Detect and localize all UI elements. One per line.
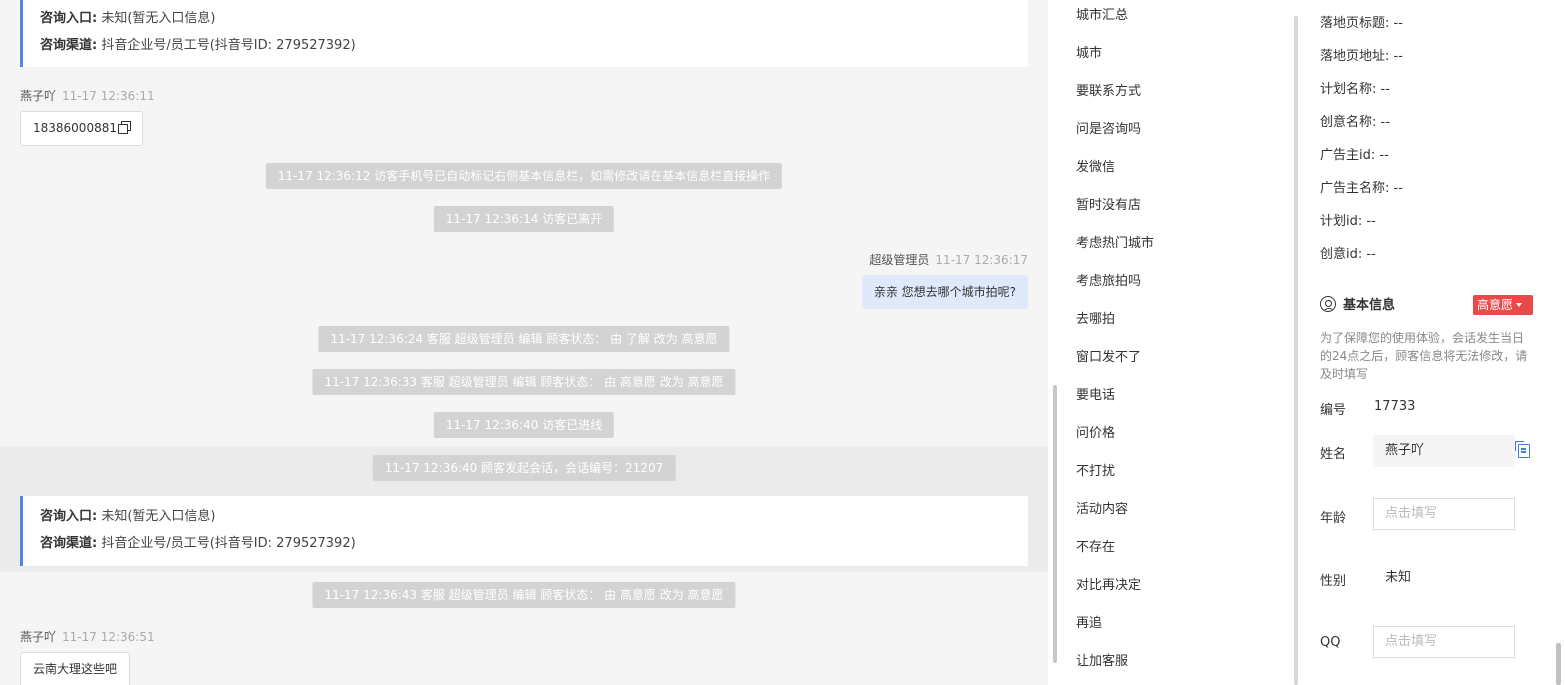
quick-reply-item[interactable]: 不打扰 [1076, 460, 1115, 479]
consult-info-card: 咨询入口: 未知(暂无入口信息) 咨询渠道: 抖音企业号/员工号(抖音号ID: … [20, 0, 1028, 67]
quick-reply-item[interactable]: 发微信 [1076, 156, 1115, 175]
ad-info-advertiser-name: 广告主名称: -- [1320, 181, 1403, 196]
user-circle-icon [1320, 296, 1336, 312]
consult-channel-line: 咨询渠道: 抖音企业号/员工号(抖音号ID: 279527392) [40, 38, 356, 53]
ad-info-plan-id: 计划id: -- [1320, 214, 1376, 229]
ad-info-landing-title: 落地页标题: -- [1320, 16, 1403, 31]
name-field[interactable]: 燕子吖 [1373, 435, 1515, 467]
consult-entry-line: 咨询入口: 未知(暂无入口信息) [40, 509, 216, 524]
ad-info-landing-url: 落地页地址: -- [1320, 49, 1403, 64]
basic-info-title: 基本信息 [1320, 294, 1395, 314]
ad-info-advertiser-id: 广告主id: -- [1320, 148, 1389, 163]
quick-reply-item[interactable]: 让加客服 [1076, 650, 1128, 669]
quick-reply-scrollbar[interactable] [1294, 16, 1298, 685]
id-value: 17733 [1374, 399, 1416, 414]
quick-reply-item[interactable]: 不存在 [1076, 536, 1115, 555]
quick-reply-item[interactable]: 考虑热门城市 [1076, 232, 1154, 251]
quick-reply-list: 城市汇总 城市 要联系方式 问是咨询吗 发微信 暂时没有店 考虑热门城市 考虑旅… [1060, 0, 1294, 685]
system-message: 11-17 12:36:33 客服 超级管理员 编辑 顾客状态： 由 高意愿 改… [312, 369, 736, 395]
edit-notice: 为了保障您的使用体验，会话发生当日的24点之后，顾客信息将无法修改，请及时填写 [1320, 331, 1528, 381]
quick-reply-item[interactable]: 问是咨询吗 [1076, 118, 1141, 137]
ad-info-creative-id: 创意id: -- [1320, 247, 1376, 262]
chat-scrollbar[interactable] [1053, 385, 1057, 663]
quick-reply-item[interactable]: 要联系方式 [1076, 80, 1141, 99]
quick-reply-item[interactable]: 要电话 [1076, 384, 1115, 403]
page-scrollbar[interactable] [1556, 643, 1561, 685]
system-message: 11-17 12:36:43 客服 超级管理员 编辑 顾客状态： 由 高意愿 改… [312, 582, 736, 608]
customer-message[interactable]: 云南大理这些吧 [20, 652, 131, 685]
quick-reply-item[interactable]: 暂时没有店 [1076, 194, 1141, 213]
consult-info-card: 咨询入口: 未知(暂无入口信息) 咨询渠道: 抖音企业号/员工号(抖音号ID: … [20, 496, 1028, 566]
gender-select[interactable]: 未知 [1373, 562, 1515, 594]
copy-document-icon[interactable] [1515, 441, 1530, 458]
qq-label: QQ [1320, 635, 1341, 650]
quick-reply-item[interactable]: 城市 [1076, 42, 1102, 61]
quick-reply-item[interactable]: 城市汇总 [1076, 4, 1128, 23]
system-message: 11-17 12:36:12 访客手机号已自动标记右侧基本信息栏，如需修改请在基… [265, 163, 783, 189]
quick-reply-item[interactable]: 再追 [1076, 612, 1102, 631]
age-input[interactable]: 点击填写 [1373, 498, 1515, 530]
consult-channel-line: 咨询渠道: 抖音企业号/员工号(抖音号ID: 279527392) [40, 536, 356, 551]
quick-reply-item[interactable]: 活动内容 [1076, 498, 1128, 517]
caret-down-icon [1516, 303, 1523, 307]
quick-reply-item[interactable]: 窗口发不了 [1076, 346, 1141, 365]
ad-info-creative-name: 创意名称: -- [1320, 115, 1390, 130]
gender-label: 性别 [1320, 574, 1347, 589]
quick-reply-item[interactable]: 去哪拍 [1076, 308, 1115, 327]
copy-icon[interactable] [117, 121, 131, 134]
age-label: 年龄 [1320, 511, 1347, 526]
quick-reply-item[interactable]: 问价格 [1076, 422, 1115, 441]
quick-reply-item[interactable]: 考虑旅拍吗 [1076, 270, 1141, 289]
chat-panel: 咨询入口: 未知(暂无入口信息) 咨询渠道: 抖音企业号/员工号(抖音号ID: … [0, 0, 1048, 685]
intent-status-dropdown[interactable]: 高意愿 [1473, 295, 1533, 315]
quick-reply-item[interactable]: 对比再决定 [1076, 574, 1141, 593]
customer-info-panel: 落地页标题: -- 落地页地址: -- 计划名称: -- 创意名称: -- 广告… [1300, 0, 1555, 685]
qq-input[interactable]: 点击填写 [1373, 626, 1515, 658]
id-label: 编号 [1320, 403, 1347, 418]
ad-info-plan-name: 计划名称: -- [1320, 82, 1390, 97]
consult-entry-line: 咨询入口: 未知(暂无入口信息) [40, 11, 216, 26]
system-message: 11-17 12:36:14 访客已离开 [433, 206, 615, 232]
customer-message[interactable]: 18386000881 [20, 111, 143, 146]
system-message: 11-17 12:36:40 顾客发起会话，会话编号：21207 [372, 455, 676, 481]
message-sender: 燕子吖 11-17 12:36:11 [20, 89, 155, 103]
agent-sender: 超级管理员 11-17 12:36:17 [869, 253, 1028, 267]
name-label: 姓名 [1320, 447, 1347, 462]
system-message: 11-17 12:36:24 客服 超级管理员 编辑 顾客状态： 由 了解 改为… [318, 326, 730, 352]
agent-message[interactable]: 亲亲 您想去哪个城市拍呢? [861, 275, 1028, 309]
message-sender: 燕子吖 11-17 12:36:51 [20, 630, 155, 644]
system-message: 11-17 12:36:40 访客已进线 [433, 412, 615, 438]
